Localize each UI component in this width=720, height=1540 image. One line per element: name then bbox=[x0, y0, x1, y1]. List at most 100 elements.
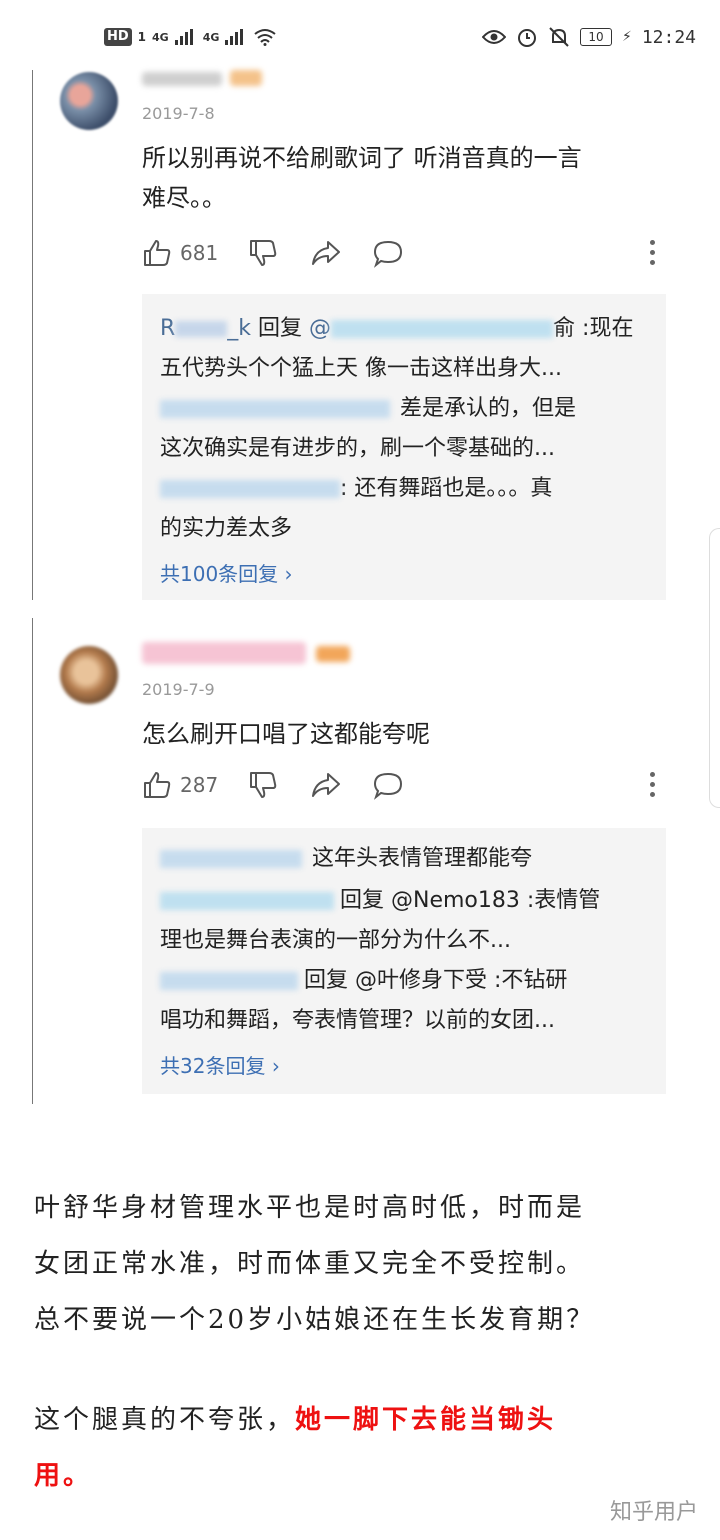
signal-icon bbox=[174, 29, 197, 45]
signal-icon bbox=[225, 29, 247, 45]
body-line: 女团正常水准，时而体重又完全不受控制。 bbox=[34, 1249, 586, 1279]
chevron-right-icon: › bbox=[284, 562, 293, 586]
comment-text: 所以别再说不给刷歌词了 听消音真的一言 难尽。。 bbox=[142, 138, 662, 218]
like-count: 681 bbox=[180, 241, 219, 265]
wifi-icon bbox=[254, 29, 277, 46]
comment-text-line: 所以别再说不给刷歌词了 听消音真的一言 bbox=[142, 144, 582, 172]
reply-label: 回复 bbox=[251, 316, 310, 341]
username-blurred[interactable] bbox=[142, 72, 222, 86]
like-button[interactable]: 681 bbox=[142, 238, 218, 268]
comment-button[interactable] bbox=[372, 238, 404, 268]
reply-box[interactable]: 这年头表情管理都能夸 回复 @Nemo183 :表情管 理也是舞台表演的一部分为… bbox=[142, 828, 666, 1094]
share-button[interactable] bbox=[310, 238, 342, 268]
thread-line bbox=[32, 618, 33, 1104]
more-icon[interactable] bbox=[650, 772, 656, 802]
reply-text: 回复 @Nemo183 :表情管 bbox=[340, 888, 601, 913]
user-level-badge bbox=[230, 70, 262, 86]
thumbs-up-icon bbox=[144, 772, 171, 798]
status-right: 10 ⚡ 12:24 bbox=[481, 26, 696, 48]
sim-indicator: 1 bbox=[137, 30, 147, 44]
thumbs-down-icon bbox=[250, 772, 277, 798]
avatar[interactable] bbox=[60, 646, 118, 704]
dislike-button[interactable] bbox=[248, 238, 278, 268]
chevron-right-icon: › bbox=[271, 1054, 280, 1078]
share-icon bbox=[312, 773, 340, 797]
hd-badge: HD bbox=[104, 28, 132, 46]
body-paragraph: 这个腿真的不夸张，她一脚下去能当锄头 用。 bbox=[34, 1392, 694, 1504]
body-line: 叶舒华身材管理水平也是时高时低，时而是 bbox=[34, 1193, 586, 1223]
share-icon bbox=[312, 241, 340, 265]
username-blurred bbox=[160, 892, 334, 910]
reply-line: 这次确实是有进步的，刷一个零基础的... bbox=[160, 436, 555, 461]
scroll-edge-handle[interactable] bbox=[709, 528, 720, 808]
reply-username-tail: _k bbox=[227, 316, 252, 341]
username-blurred bbox=[160, 850, 302, 868]
username-blurred bbox=[160, 400, 390, 418]
view-all-replies-link[interactable]: 共100条回复 › bbox=[160, 558, 293, 587]
view-all-replies-link[interactable]: 共32条回复 › bbox=[160, 1050, 280, 1079]
view-all-replies-label: 共32条回复 bbox=[160, 1054, 266, 1078]
reply-line: R _k 回复 @ 俞 :现在 bbox=[160, 314, 660, 344]
mention-at: @ bbox=[309, 316, 332, 341]
comment-actions: 681 bbox=[142, 238, 662, 274]
reply-text: 差是承认的，但是 bbox=[400, 396, 577, 421]
username-blurred bbox=[175, 321, 228, 337]
comment-button[interactable] bbox=[372, 770, 404, 800]
reply-line: 的实力差太多 bbox=[160, 516, 293, 541]
mention-blurred bbox=[331, 320, 554, 338]
thumbs-down-icon bbox=[250, 240, 277, 266]
charging-icon: ⚡ bbox=[621, 29, 632, 45]
comment-text-line: 难尽。。 bbox=[142, 184, 226, 212]
reply-text: 这年头表情管理都能夸 bbox=[312, 846, 533, 871]
more-icon[interactable] bbox=[650, 240, 656, 270]
like-count: 287 bbox=[180, 773, 219, 797]
body-text-highlight: 用。 bbox=[34, 1461, 93, 1491]
comment-text: 怎么刷开口唱了这都能夸呢 bbox=[142, 714, 662, 754]
body-line: 这个腿真的不夸张，她一脚下去能当锄头 bbox=[34, 1392, 694, 1448]
reply-line: 理也是舞台表演的一部分为什么不... bbox=[160, 928, 511, 953]
reply-line: 这年头表情管理都能夸 bbox=[160, 844, 660, 874]
body-text-normal: 这个腿真的不夸张， bbox=[34, 1405, 296, 1435]
comment-date: 2019-7-8 bbox=[142, 104, 215, 123]
thumbs-up-icon bbox=[144, 240, 171, 266]
mention-tail: 俞 bbox=[553, 316, 576, 341]
body-line: 总不要说一个20岁小姑娘还在生长发育期？ bbox=[34, 1305, 596, 1335]
dislike-button[interactable] bbox=[248, 770, 278, 800]
comment-date: 2019-7-9 bbox=[142, 680, 215, 699]
reply-box[interactable]: R _k 回复 @ 俞 :现在 五代势头个个猛上天 像一击这样出身大... 差是承认… bbox=[142, 294, 666, 600]
username-blurred[interactable] bbox=[142, 642, 306, 664]
comment-actions: 287 bbox=[142, 770, 662, 806]
reply-line: 五代势头个个猛上天 像一击这样出身大... bbox=[160, 356, 562, 381]
reply-line: 回复 @Nemo183 :表情管 bbox=[160, 886, 660, 916]
reply-text: 回复 @叶修身下受 :不钻研 bbox=[304, 968, 568, 993]
clock: 12:24 bbox=[641, 26, 696, 48]
avatar[interactable] bbox=[60, 72, 118, 130]
reply-text: :现在 bbox=[575, 316, 634, 341]
username-blurred bbox=[160, 480, 340, 498]
like-button[interactable]: 287 bbox=[142, 770, 218, 800]
alarm-icon bbox=[517, 29, 536, 47]
reply-line: : 还有舞蹈也是。。。真 bbox=[160, 474, 660, 504]
comment-icon bbox=[373, 240, 403, 268]
body-text-highlight: 她一脚下去能当锄头 bbox=[295, 1405, 557, 1435]
status-bar: HD 1 4G 4G 10 ⚡ 12:24 bbox=[0, 0, 720, 70]
view-all-replies-label: 共100条回复 bbox=[160, 562, 279, 586]
battery-icon: 10 bbox=[579, 28, 612, 46]
share-button[interactable] bbox=[310, 770, 342, 800]
user-level-badge bbox=[316, 646, 350, 662]
watermark: 知乎用户 bbox=[609, 1500, 698, 1525]
status-left: HD 1 4G 4G bbox=[104, 28, 277, 46]
mute-icon bbox=[549, 27, 569, 47]
eye-icon bbox=[481, 30, 506, 44]
comment-text-line: 怎么刷开口唱了这都能夸呢 bbox=[142, 720, 430, 748]
reply-username[interactable]: R bbox=[160, 316, 175, 341]
network-label-2: 4G bbox=[202, 30, 220, 44]
body-paragraph: 叶舒华身材管理水平也是时高时低，时而是 女团正常水准，时而体重又完全不受控制。 … bbox=[34, 1180, 694, 1348]
thread-line bbox=[32, 70, 33, 600]
reply-text: : 还有舞蹈也是。。。真 bbox=[340, 476, 553, 501]
reply-line: 唱功和舞蹈，夸表情管理？以前的女团... bbox=[160, 1008, 555, 1033]
comment-icon bbox=[373, 772, 403, 800]
reply-line: 回复 @叶修身下受 :不钻研 bbox=[160, 966, 660, 996]
network-label-1: 4G bbox=[152, 30, 169, 44]
username-blurred bbox=[160, 972, 298, 990]
